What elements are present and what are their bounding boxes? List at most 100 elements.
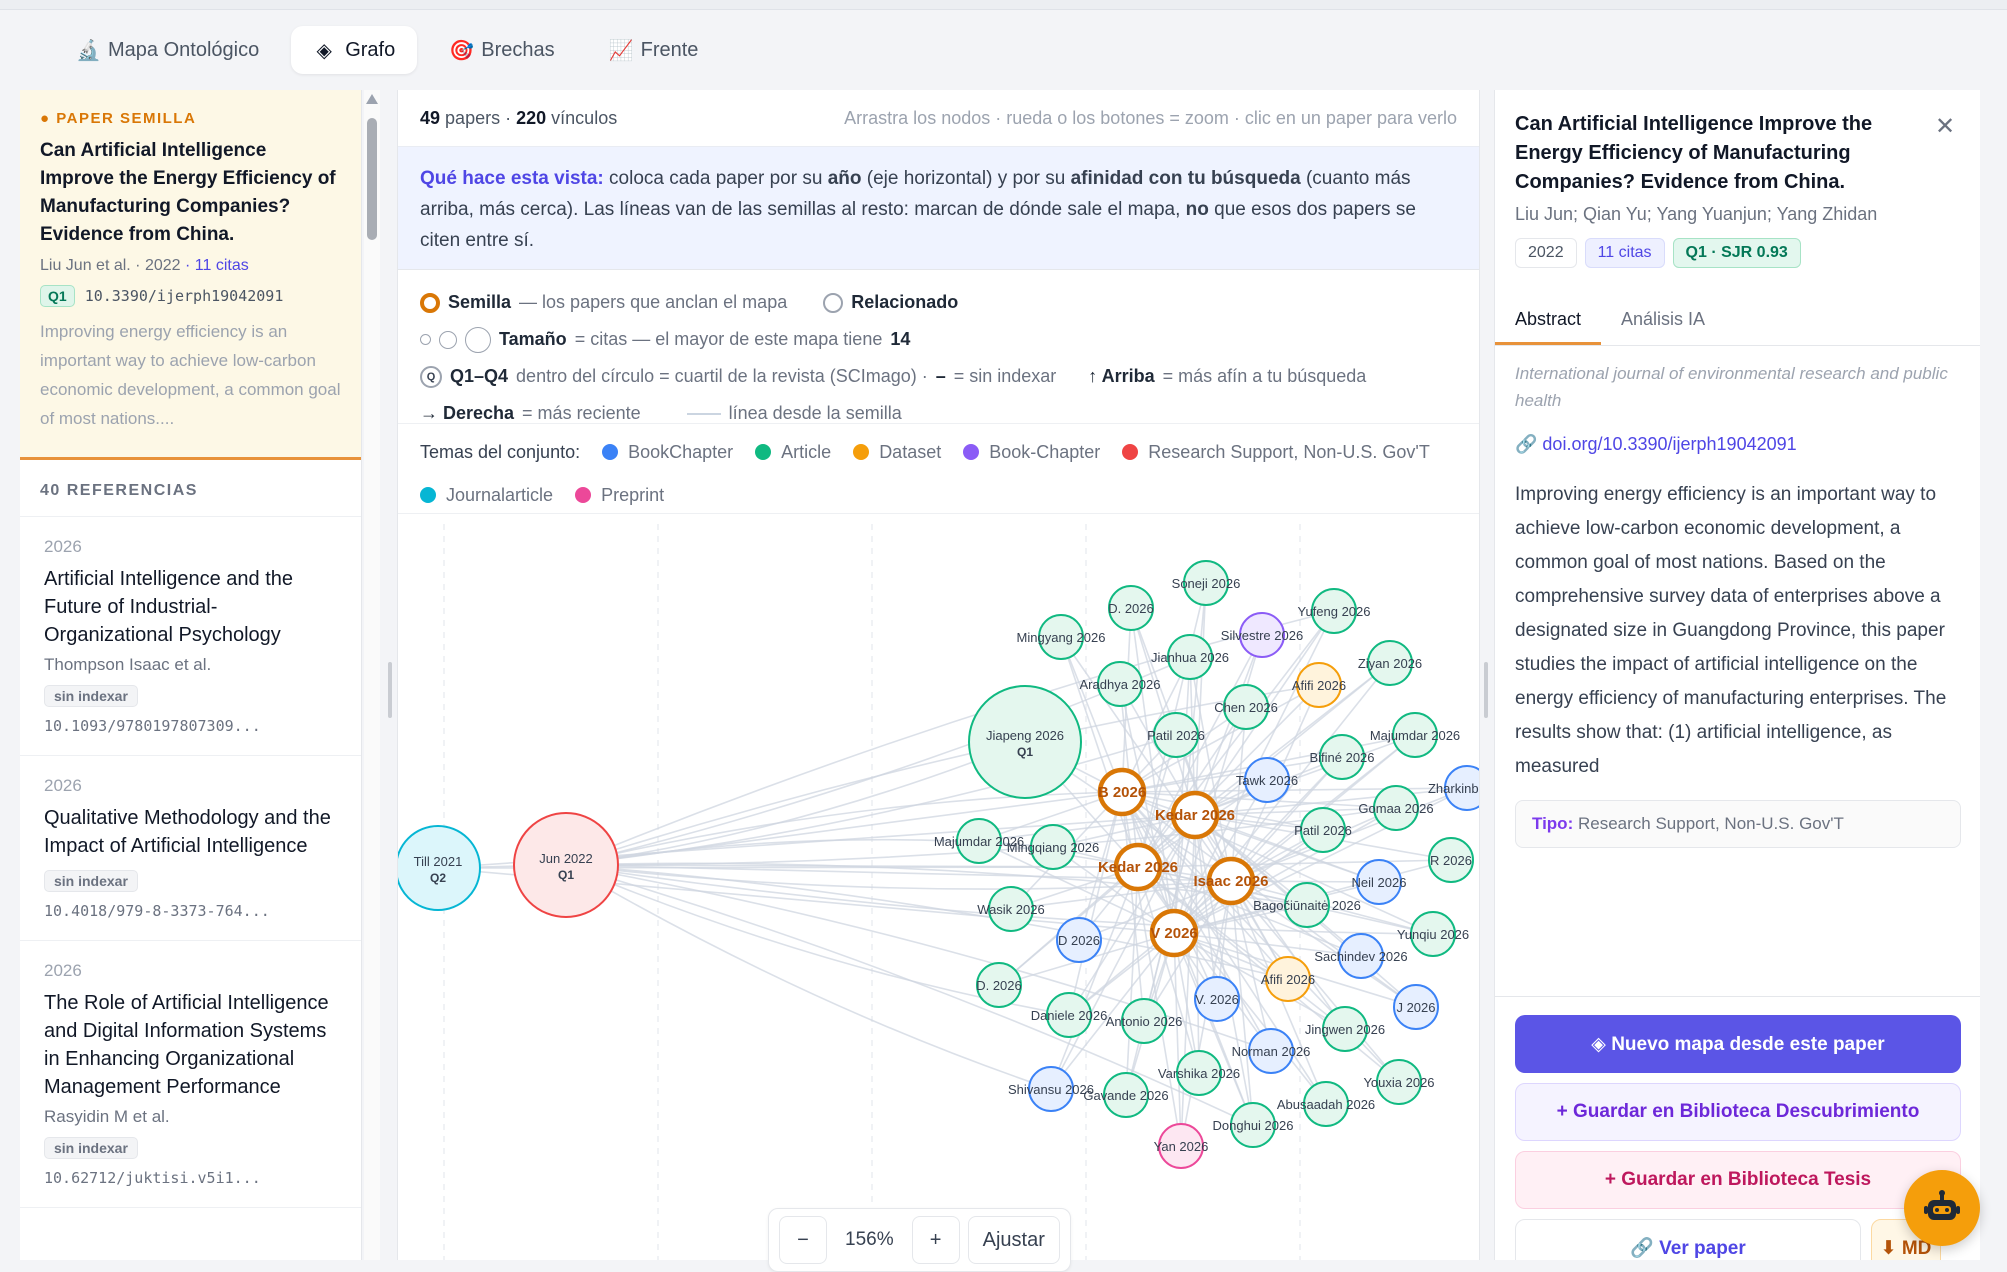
graph-node[interactable]: Norman 2026 <box>1232 1028 1311 1074</box>
graph-node[interactable]: D. 2026 <box>976 962 1022 1008</box>
scroll-thumb[interactable] <box>367 118 377 240</box>
graph-node[interactable]: Varshika 2026 <box>1158 1050 1240 1096</box>
tab-grafo[interactable]: ◈ Grafo <box>291 26 418 74</box>
abstract-text: Improving energy efficiency is an import… <box>1515 484 1947 777</box>
node-label: Abusaadah 2026 <box>1277 1097 1375 1112</box>
view-tabs: 🔬 Mapa Ontológico ◈ Grafo 🎯 Brechas 📈 Frente <box>54 26 720 74</box>
ref-authors: Thompson Isaac et al. <box>44 655 212 674</box>
tab-brechas[interactable]: 🎯 Brechas <box>427 26 576 74</box>
theme-label: Research Support, Non-U.S. Gov'T <box>1148 442 1430 462</box>
graph-node[interactable]: Till 2021 Q2 <box>398 825 481 911</box>
reference-item[interactable]: 2026 The Role of Artificial Intelligence… <box>20 941 361 1208</box>
graph-counts: 49 papers · 220 vínculos <box>420 108 617 128</box>
scroll-up-arrow-icon[interactable] <box>366 94 378 104</box>
journal-name: International journal of environmental r… <box>1515 364 1948 410</box>
graph-node[interactable]: Mingyang 2026 <box>1017 614 1106 660</box>
node-label: Antonio 2026 <box>1106 1014 1183 1029</box>
graph-node[interactable]: Ziyan 2026 <box>1358 640 1422 686</box>
theme-item: Journalarticle <box>420 477 553 514</box>
reference-item[interactable]: 2026 Artificial Intelligence and the Fut… <box>20 517 361 756</box>
left-panel: ● PAPER SEMILLA Can Artificial Intellige… <box>20 90 362 1260</box>
close-icon[interactable]: ✕ <box>1935 112 1955 141</box>
graph-node[interactable]: Daniele 2026 <box>1031 992 1108 1038</box>
seed-abstract: Improving energy efficiency is an import… <box>40 322 341 428</box>
ref-doi: 10.1093/9780197807309... <box>44 717 261 735</box>
graph-node[interactable]: Yufeng 2026 <box>1297 588 1371 634</box>
seed-paper-card[interactable]: ● PAPER SEMILLA Can Artificial Intellige… <box>20 90 361 460</box>
graph-node[interactable]: Jun 2022 Q1 <box>513 812 619 918</box>
tab-abstract[interactable]: Abstract <box>1495 292 1602 345</box>
graph-header: 49 papers · 220 vínculos Arrastra los no… <box>398 90 1479 146</box>
graph-panel: 49 papers · 220 vínculos Arrastra los no… <box>397 90 1480 1260</box>
graph-node[interactable]: Gavande 2026 <box>1083 1072 1169 1118</box>
graph-legend: Semilla — los papers que anclan el mapa R… <box>398 270 1479 424</box>
explainer-text: (eje horizontal) y por su <box>861 168 1071 189</box>
fit-button[interactable]: Ajustar <box>967 1216 1060 1264</box>
graph-node[interactable]: Bifiné 2026 <box>1309 734 1375 780</box>
chart-up-icon: 📈 <box>608 39 634 62</box>
node-label: Daniele 2026 <box>1031 1008 1108 1023</box>
legend-q-desc: dentro del círculo = cuartil de la revis… <box>516 366 928 386</box>
seed-title[interactable]: Can Artificial Intelligence Improve the … <box>40 137 341 249</box>
detail-badges: 2022 11 citas Q1 · SJR 0.93 <box>1515 238 1801 268</box>
reference-item[interactable]: 2026 Qualitative Methodology and the Imp… <box>20 756 361 941</box>
graph-node[interactable]: D 2026 <box>1056 917 1102 963</box>
node-label: R 2026 <box>1430 853 1472 868</box>
graph-node[interactable]: Yunqiu 2026 <box>1397 911 1469 957</box>
detail-authors: Liu Jun; Qian Yu; Yang Yuanjun; Yang Zhi… <box>1515 204 1878 224</box>
zoom-out-button[interactable]: − <box>779 1216 827 1264</box>
node-label: Gomaa 2026 <box>1358 801 1433 816</box>
graph-node[interactable]: Patil 2026 <box>1147 712 1205 758</box>
node-label: Wasik 2026 <box>977 902 1044 917</box>
assistant-robot-button[interactable] <box>1904 1170 1980 1246</box>
graph-node[interactable]: V 2026 <box>1149 908 1199 958</box>
legend-row-size: Tamaño = citas — el mayor de este mapa ti… <box>420 321 1457 358</box>
graph-node[interactable]: Silvestre 2026 <box>1221 612 1303 658</box>
quartile-sjr-badge: Q1 · SJR 0.93 <box>1672 238 1801 268</box>
seed-tag: ● PAPER SEMILLA <box>40 110 197 127</box>
theme-item: BookChapter <box>602 434 733 471</box>
tab-frente[interactable]: 📈 Frente <box>587 26 721 74</box>
new-map-button[interactable]: ◈ Nuevo mapa desde este paper <box>1515 1015 1961 1073</box>
right-splitter-handle[interactable] <box>1484 662 1488 718</box>
graph-node[interactable]: Shivansu 2026 <box>1008 1066 1094 1112</box>
node-label: Aradhya 2026 <box>1080 677 1161 692</box>
graph-node[interactable]: Sachindev 2026 <box>1314 933 1408 979</box>
graph-node[interactable]: J 2026 <box>1393 984 1439 1030</box>
left-splitter-handle[interactable] <box>388 662 392 718</box>
type-label: Tipo: <box>1532 814 1574 833</box>
node-label: D 2026 <box>1058 933 1100 948</box>
tab-mapa-ontologico[interactable]: 🔬 Mapa Ontológico <box>54 26 281 74</box>
graph-node[interactable]: Jiapeng 2026 Q1 <box>968 685 1082 799</box>
ref-year: 2026 <box>44 776 82 795</box>
graph-node[interactable]: Majumdar 2026 <box>1370 712 1460 758</box>
graph-node[interactable]: Soneji 2026 <box>1172 560 1241 606</box>
node-label: Till 2021 <box>414 854 463 869</box>
graph-node[interactable]: Afifi 2026 <box>1261 956 1315 1002</box>
tab-analisis-ia[interactable]: Análisis IA <box>1601 292 1725 345</box>
graph-node[interactable]: Yan 2026 <box>1154 1123 1209 1169</box>
graph-node[interactable]: R 2026 <box>1428 837 1474 883</box>
ref-doi: 10.62712/juktisi.v5i1... <box>44 1169 261 1187</box>
legend-seed-desc: — los papers que anclan el mapa <box>519 292 788 312</box>
doi-link[interactable]: 🔗 doi.org/10.3390/ijerph19042091 <box>1515 434 1797 455</box>
detail-tabs: Abstract Análisis IA <box>1495 292 1980 346</box>
detail-panel: Can Artificial Intelligence Improve the … <box>1494 90 1980 1260</box>
save-thesis-button[interactable]: + Guardar en Biblioteca Tesis <box>1515 1151 1961 1209</box>
graph-node[interactable]: Aradhya 2026 <box>1080 661 1161 707</box>
node-label: D. 2026 <box>1108 601 1154 616</box>
save-discovery-button[interactable]: + Guardar en Biblioteca Descubrimiento <box>1515 1083 1961 1141</box>
related-circle-icon <box>823 292 844 313</box>
graph-node[interactable]: D. 2026 <box>1108 585 1154 631</box>
unindexed-badge: sin indexar <box>44 685 138 707</box>
theme-dot-icon <box>602 444 619 460</box>
citation-graph[interactable]: Till 2021 Q2 Jun 2022 Q1 Jiapeng 2026 Q1 Sonej… <box>398 524 1480 1260</box>
legend-dash: – <box>935 366 946 386</box>
left-scrollbar[interactable] <box>364 90 380 1260</box>
graph-node[interactable]: Wasik 2026 <box>977 886 1045 932</box>
view-paper-button[interactable]: 🔗 Ver paper <box>1515 1219 1861 1260</box>
graph-node[interactable]: V. 2026 <box>1194 976 1240 1022</box>
zoom-in-button[interactable]: + <box>911 1216 960 1264</box>
graph-node[interactable]: B 2026 <box>1097 767 1147 817</box>
size-medium-icon <box>439 330 457 349</box>
